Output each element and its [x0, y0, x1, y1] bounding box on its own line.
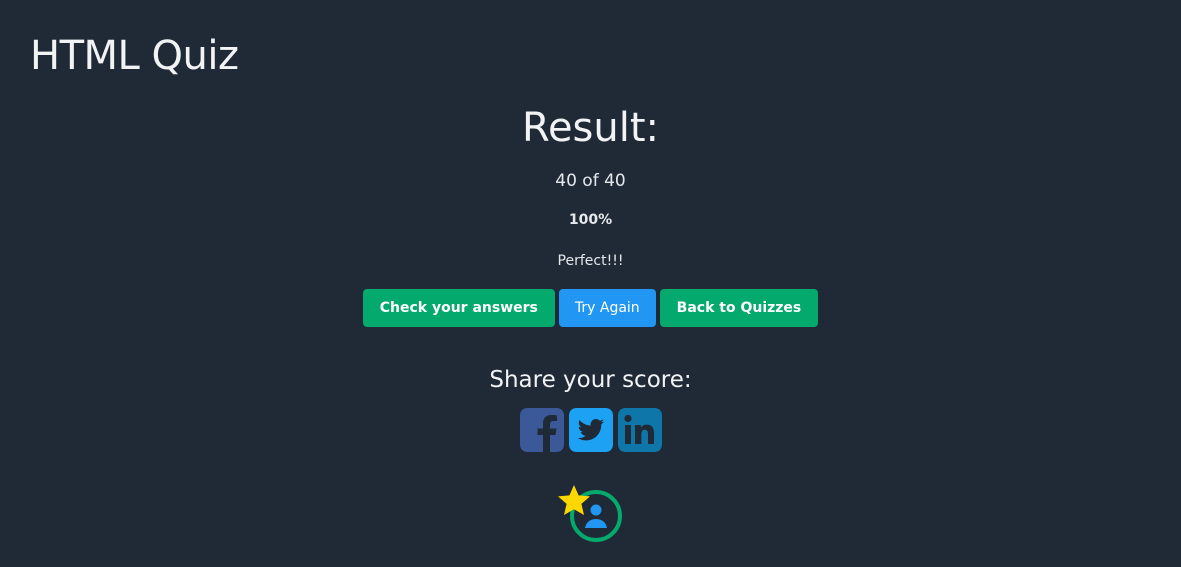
remark-text: Perfect!!! [557, 253, 624, 269]
facebook-icon[interactable] [519, 408, 564, 452]
check-answers-button[interactable]: Check your answers [362, 289, 555, 327]
try-again-button[interactable]: Try Again [558, 289, 656, 327]
back-to-quizzes-button[interactable]: Back to Quizzes [659, 289, 819, 327]
page-title: HTML Quiz [30, 33, 239, 79]
share-heading: Share your score: [489, 367, 692, 393]
percent-text: 100% [568, 212, 613, 228]
linkedin-icon[interactable] [617, 408, 662, 452]
result-heading: Result: [521, 105, 660, 151]
action-buttons: Check your answers Try Again Back to Qui… [0, 289, 1181, 327]
score-text: 40 of 40 [555, 171, 626, 191]
share-icons [0, 408, 1181, 452]
twitter-icon[interactable] [568, 408, 613, 452]
result-panel: Result: 40 of 40 100% Perfect!!! Check y… [0, 98, 1181, 545]
achievement-badge [556, 483, 626, 545]
